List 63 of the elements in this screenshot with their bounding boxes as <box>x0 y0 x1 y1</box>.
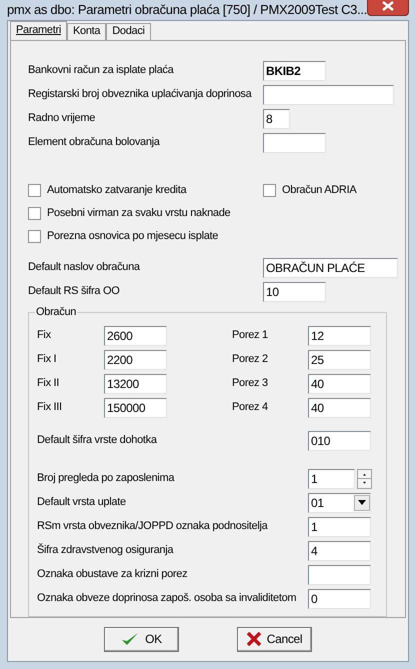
field-label: Default RS šifra OO <box>28 284 120 300</box>
input-field[interactable]: 8 <box>263 108 290 128</box>
spin-buttons[interactable] <box>357 468 372 488</box>
field-label: Porez 4 <box>232 400 269 416</box>
input-field[interactable]: 150000 <box>104 398 167 418</box>
input-field[interactable]: 40 <box>308 398 371 418</box>
input-field[interactable]: 0 <box>308 588 371 608</box>
ok-button[interactable]: OK <box>104 626 179 652</box>
input-field[interactable] <box>308 564 371 584</box>
input-field[interactable]: 2200 <box>104 350 167 370</box>
input-field[interactable]: 1 <box>308 516 371 536</box>
checkbox-label: Posebni virman za svaku vrstu naknade <box>47 206 230 221</box>
input-field[interactable] <box>263 84 394 104</box>
input-field[interactable]: BKIB2 <box>263 60 326 80</box>
input-field[interactable]: 2600 <box>104 326 167 346</box>
field-label: Default naslov obračuna <box>28 260 141 276</box>
input-field[interactable]: 13200 <box>104 374 167 394</box>
checkmark-icon <box>121 632 140 646</box>
window-title: pmx as dbo: Parametri obračuna plaća [750] / PMX2009Test C3... <box>7 1 368 19</box>
checkbox-label: Porezna osnovica po mjesecu isplate <box>47 228 218 244</box>
checkbox[interactable] <box>28 230 41 242</box>
input-field[interactable]: 12 <box>308 326 371 346</box>
tab[interactable]: Parametri <box>10 20 67 40</box>
field-label: Default šifra vrste dohotka <box>37 433 158 448</box>
field-label: Bankovni račun za isplate plaća <box>28 63 175 78</box>
input-field[interactable] <box>263 132 326 152</box>
field-label: Radno vrijeme <box>28 111 96 126</box>
field-label: Default vrsta uplate <box>37 495 127 510</box>
tab[interactable]: Dodaci <box>106 22 151 40</box>
input-field[interactable]: 40 <box>308 374 371 394</box>
field-label: Porez 1 <box>232 328 269 344</box>
group-title: Obračun <box>35 304 78 318</box>
tab[interactable]: Konta <box>66 22 106 40</box>
field-label: Registarski broj obveznika uplaćivanja doprinosa <box>28 87 253 102</box>
close-button[interactable] <box>367 0 409 16</box>
cross-icon <box>246 632 261 646</box>
field-label: Fix III <box>37 400 63 416</box>
field-label: Fix II <box>37 376 60 392</box>
input-field[interactable]: 25 <box>308 350 371 370</box>
input-field[interactable]: 10 <box>263 282 326 302</box>
field-label: Šifra zdravstvenog osiguranja <box>37 542 174 558</box>
dropdown-arrow-icon <box>358 500 366 505</box>
checkbox[interactable] <box>263 184 276 196</box>
field-label: Fix <box>37 328 52 344</box>
close-icon <box>382 0 394 11</box>
input-field[interactable]: 4 <box>308 540 371 560</box>
dropdown[interactable]: 01 <box>308 492 371 512</box>
field-label: Element obračuna bolovanja <box>28 135 161 150</box>
field-label: Porez 3 <box>232 376 269 392</box>
field-label: Broj pregleda po zaposlenima <box>37 471 176 486</box>
input-field[interactable]: 1 <box>308 468 355 488</box>
field-label: RSm vrsta obveznika/JOPPD oznaka podnositelja <box>37 519 269 534</box>
checkbox[interactable] <box>28 206 41 220</box>
field-label: Fix I <box>37 352 58 368</box>
input-field[interactable]: OBRAČUN PLAĆE <box>263 258 398 278</box>
checkbox-label: Obračun ADRIA <box>282 182 356 198</box>
field-label: Porez 2 <box>232 352 269 368</box>
cancel-button[interactable]: Cancel <box>237 626 312 652</box>
checkbox-label: Automatsko zatvaranje kredita <box>47 182 186 198</box>
field-label: Oznaka obustave za krizni porez <box>37 567 188 582</box>
checkbox[interactable] <box>28 184 41 196</box>
input-field[interactable]: 010 <box>308 430 371 450</box>
field-label: Oznaka obveze doprinosa zapoš. osoba sa invaliditetom <box>37 591 298 606</box>
